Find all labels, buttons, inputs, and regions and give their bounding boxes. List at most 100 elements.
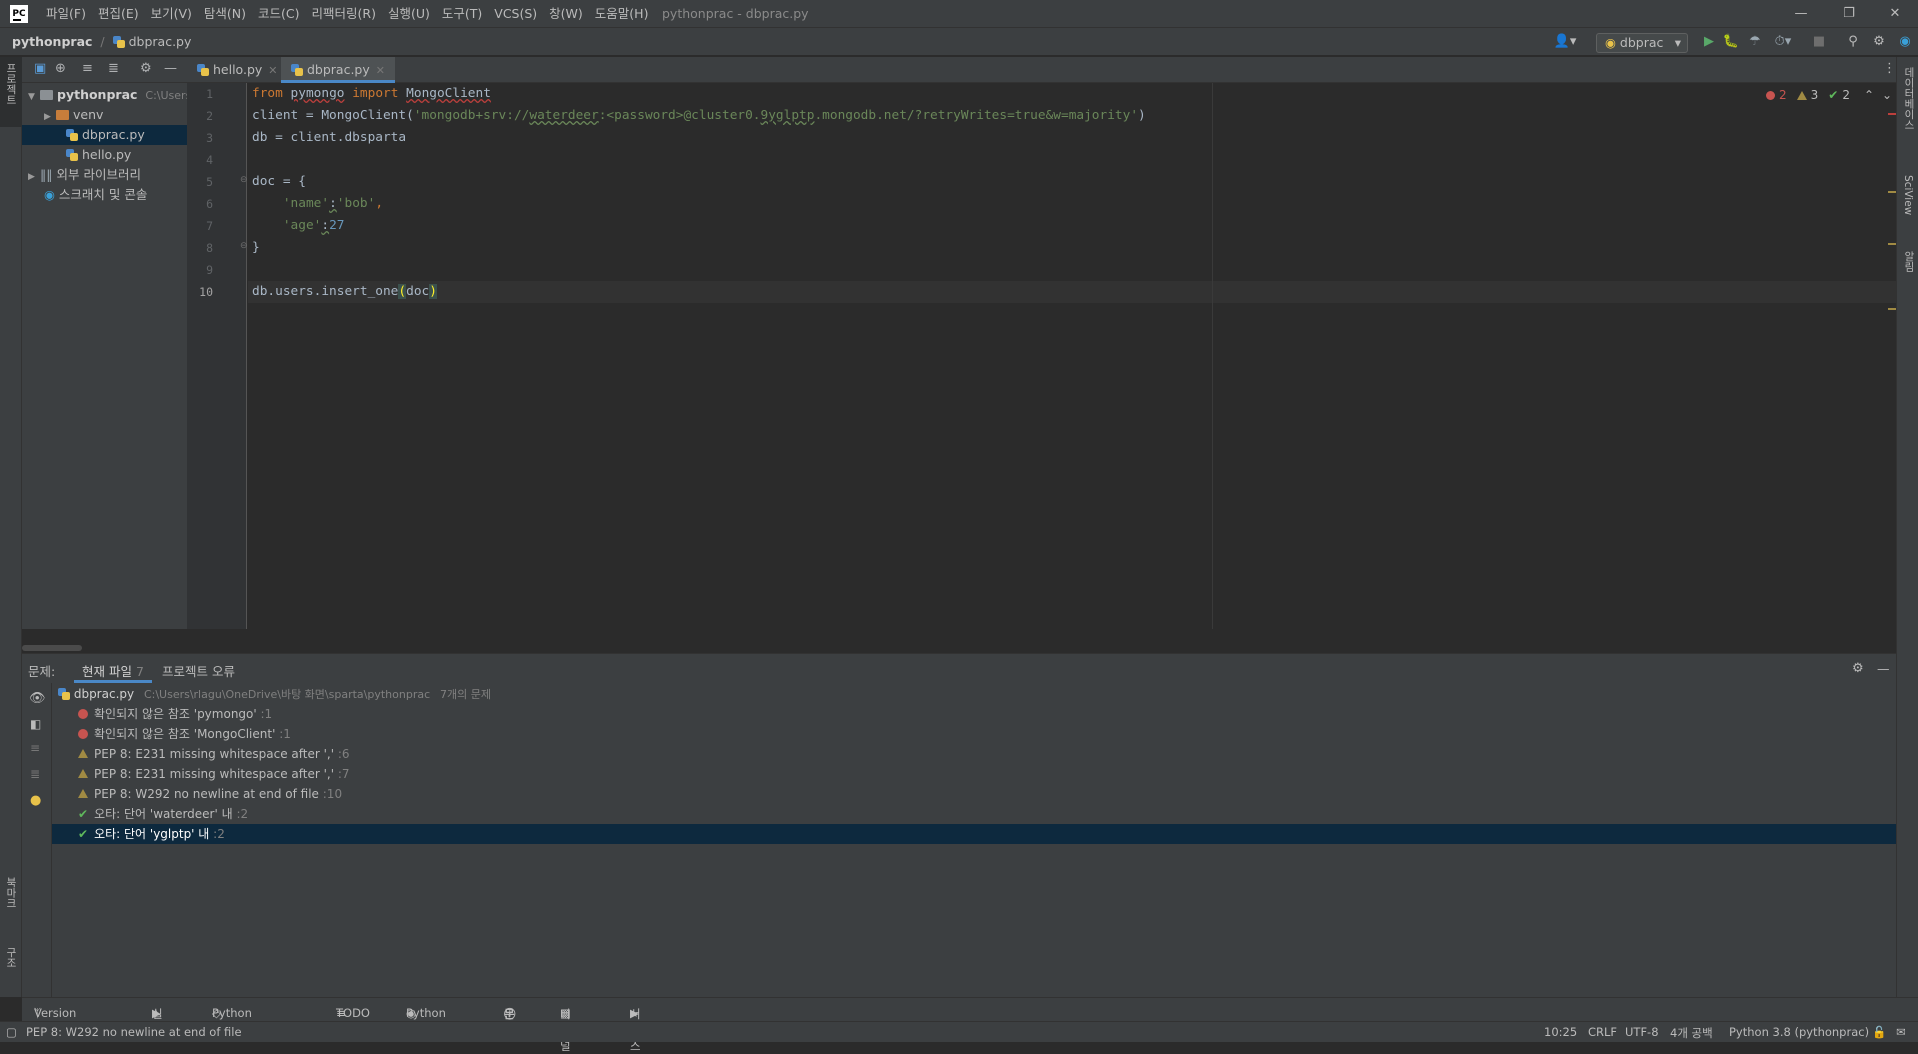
chevron-up-icon[interactable]: ⌃ (1864, 88, 1874, 102)
line-separator[interactable]: CRLF (1588, 1025, 1617, 1039)
tab-current-file[interactable]: 현재 파일 7 (74, 657, 152, 683)
eye-icon[interactable]: 👁 (29, 691, 46, 706)
stop-icon[interactable]: ■ (1812, 32, 1826, 52)
tree-item-venv[interactable]: ▶ venv (22, 105, 187, 125)
library-icon: ‖‖ (40, 167, 53, 182)
menu-edit[interactable]: 편집(E) (92, 0, 145, 28)
lightbulb-icon[interactable]: ● (30, 793, 41, 808)
database-tool-tab[interactable]: 데이터베이스 (1902, 67, 1917, 130)
tree-item-scratches[interactable]: ◉ 스크래치 및 콘솔 (22, 185, 187, 205)
project-view-icon[interactable]: ▣ (34, 61, 46, 76)
tree-item-external-libs[interactable]: ▶ ‖‖ 외부 라이브러리 (22, 165, 187, 185)
file-encoding[interactable]: UTF-8 (1625, 1025, 1659, 1039)
notifications-tool-tab[interactable]: 알림 (1902, 251, 1917, 272)
status-message[interactable]: PEP 8: W292 no newline at end of file (26, 1025, 242, 1039)
run-icon[interactable]: ▶ (1700, 32, 1718, 52)
problem-item[interactable]: ✔ 오타: 단어 'waterdeer' 내 :2 (52, 804, 1896, 824)
collapse-all-icon[interactable]: ≣ (30, 767, 40, 781)
menu-window[interactable]: 창(W) (543, 0, 589, 28)
tool-gear-icon[interactable]: ⚙ (140, 61, 152, 76)
structure-tool-tab[interactable]: 구조 (4, 947, 19, 968)
bottom-tool-bar: ᛉ Version Control ▶ 실행 ◇ Python Packages… (22, 997, 1918, 1053)
menu-run[interactable]: 실행(U) (382, 0, 436, 28)
hide-panel-icon[interactable]: — (1877, 661, 1890, 676)
run-config-select[interactable]: ◉ dbprac ▾ (1596, 33, 1688, 53)
search-icon[interactable]: ⚲ (1844, 32, 1862, 52)
line-number: 9 (206, 263, 213, 277)
project-tool-tab[interactable]: 프로젝트 (0, 57, 22, 127)
error-stripe[interactable] (1888, 113, 1896, 115)
indent-setting[interactable]: 4개 공백 (1670, 1025, 1713, 1041)
minimize-icon[interactable]: — (1778, 0, 1824, 28)
python-file-icon (112, 36, 125, 48)
collapse-all-icon[interactable]: ≣ (108, 61, 119, 76)
settings-gear-icon[interactable]: ⚙ (1870, 32, 1888, 52)
warning-stripe[interactable] (1888, 243, 1896, 245)
python-file-icon (66, 129, 78, 141)
warning-stripe[interactable] (1888, 191, 1896, 193)
close-tab-icon[interactable]: ✕ (376, 64, 385, 77)
event-log-icon[interactable]: ✉ (1896, 1025, 1906, 1039)
bookmarks-tool-tab[interactable]: 북마크 (4, 877, 19, 909)
problem-item[interactable]: 확인되지 않은 참조 'pymongo' :1 (52, 704, 1896, 724)
menu-file[interactable]: 파일(F) (40, 0, 92, 28)
more-tabs-icon[interactable]: ⋮ (1883, 61, 1896, 76)
expand-all-icon[interactable]: ≡ (30, 741, 40, 755)
chevron-down-icon[interactable]: ⌄ (1882, 88, 1892, 102)
menu-view[interactable]: 보기(V) (145, 0, 198, 28)
user-icon[interactable]: 👤▾ (1550, 32, 1580, 52)
fold-icon[interactable]: ⊖ (240, 241, 248, 251)
tab-project-errors[interactable]: 프로젝트 오류 (162, 661, 235, 680)
breadcrumb-file[interactable]: dbprac.py (129, 34, 192, 49)
run-config-label: dbprac (1619, 35, 1664, 50)
fold-icon[interactable]: ⊖ (240, 175, 248, 185)
line-number: 3 (206, 131, 213, 145)
tab-hello[interactable]: hello.py ✕ (187, 57, 288, 83)
problem-item[interactable]: 확인되지 않은 참조 'MongoClient' :1 (52, 724, 1896, 744)
menu-help[interactable]: 도움말(H) (589, 0, 655, 28)
caret-position[interactable]: 10:25 (1544, 1025, 1577, 1039)
restore-icon[interactable]: ❐ (1826, 0, 1872, 28)
problem-item[interactable]: PEP 8: W292 no newline at end of file :1… (52, 784, 1896, 804)
profile-icon[interactable]: ⏱▾ (1770, 32, 1796, 52)
menu-navigate[interactable]: 탐색(N) (198, 0, 252, 28)
panel-gear-icon[interactable]: ⚙ (1852, 661, 1864, 676)
window-title: pythonprac - dbprac.py (662, 6, 809, 21)
menu-tools[interactable]: 도구(T) (436, 0, 488, 28)
problem-item[interactable]: PEP 8: E231 missing whitespace after ','… (52, 764, 1896, 784)
coverage-icon[interactable]: ☂ (1746, 32, 1764, 52)
status-bar: ▢ PEP 8: W292 no newline at end of file … (0, 1021, 1918, 1042)
status-layout-icon[interactable]: ▢ (6, 1025, 17, 1039)
inspection-widget[interactable]: 2 3 ✔ 2 ⌃ ⌄ (1766, 88, 1892, 102)
expand-all-icon[interactable]: ≡ (82, 61, 93, 76)
breadcrumb-project[interactable]: pythonprac (12, 34, 92, 49)
problem-item-selected[interactable]: ✔ 오타: 단어 'yglptp' 내 :2 (52, 824, 1896, 844)
warning-stripe[interactable] (1888, 308, 1896, 310)
problems-file-node[interactable]: dbprac.py C:\Users\rlagu\OneDrive\바탕 화면\… (58, 684, 1902, 704)
python-interpreter[interactable]: Python 3.8 (pythonprac) (1729, 1025, 1869, 1039)
close-tab-icon[interactable]: ✕ (268, 64, 277, 77)
tab-dbprac[interactable]: dbprac.py ✕ (281, 57, 395, 83)
tree-item-hello[interactable]: hello.py (22, 145, 187, 165)
tree-root[interactable]: ▼pythonprac C:\Users\ (22, 85, 187, 105)
locate-icon[interactable]: ⊕ (55, 61, 66, 76)
line-number: 6 (206, 197, 213, 211)
menu-refactor[interactable]: 리팩터링(R) (306, 0, 382, 28)
debug-icon[interactable]: 🐛 (1722, 32, 1740, 52)
tree-item-dbprac[interactable]: dbprac.py (22, 125, 187, 145)
lock-icon[interactable]: 🔓 (1872, 1025, 1886, 1039)
plugin-icon[interactable]: ◉ (1896, 32, 1914, 52)
hide-icon[interactable]: — (164, 61, 177, 76)
preview-icon[interactable]: ◧ (30, 717, 41, 731)
problem-item[interactable]: PEP 8: E231 missing whitespace after ','… (52, 744, 1896, 764)
left-tool-strip: 프로젝트 북마크 구조 (0, 57, 22, 997)
sciview-tool-tab[interactable]: SciView (1902, 175, 1914, 215)
line-number: 2 (206, 109, 213, 123)
menu-vcs[interactable]: VCS(S) (488, 0, 543, 28)
code-editor[interactable]: from pymongo import MongoClient client =… (248, 83, 1896, 629)
chevron-right-icon: ▶ (44, 112, 51, 122)
warning-icon (1796, 90, 1807, 100)
close-icon[interactable]: ✕ (1872, 0, 1918, 28)
menu-code[interactable]: 코드(C) (252, 0, 305, 28)
horizontal-scrollbar[interactable] (22, 645, 82, 651)
